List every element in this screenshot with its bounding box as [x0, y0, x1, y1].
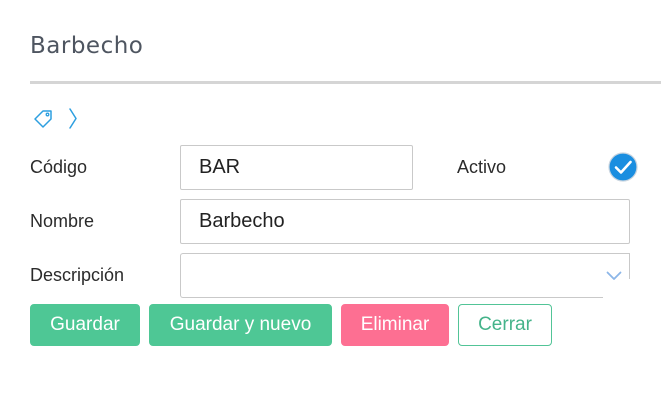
- tag-icon[interactable]: [33, 108, 54, 129]
- breadcrumb: [33, 108, 78, 129]
- codigo-input[interactable]: [180, 145, 413, 190]
- activo-label: Activo: [457, 157, 507, 177]
- nombre-label: Nombre: [30, 211, 95, 231]
- close-button[interactable]: Cerrar: [458, 304, 552, 346]
- descripcion-label: Descripción: [30, 265, 125, 285]
- delete-button[interactable]: Eliminar: [341, 304, 449, 346]
- descripcion-select[interactable]: [180, 253, 630, 298]
- chevron-right-icon: [69, 108, 77, 129]
- select-border: [629, 253, 630, 279]
- title-divider: [30, 81, 661, 84]
- save-button[interactable]: Guardar: [30, 304, 140, 346]
- nombre-input[interactable]: [180, 199, 630, 244]
- activo-checkbox[interactable]: [608, 152, 638, 182]
- page-title: Barbecho: [30, 33, 144, 59]
- save-and-new-button[interactable]: Guardar y nuevo: [149, 304, 332, 346]
- chevron-down-icon[interactable]: [606, 271, 622, 281]
- select-border-gap: [603, 297, 630, 298]
- codigo-label: Código: [30, 157, 88, 177]
- record-form-page: Barbecho Código Activo Nombre Descripció…: [0, 0, 661, 417]
